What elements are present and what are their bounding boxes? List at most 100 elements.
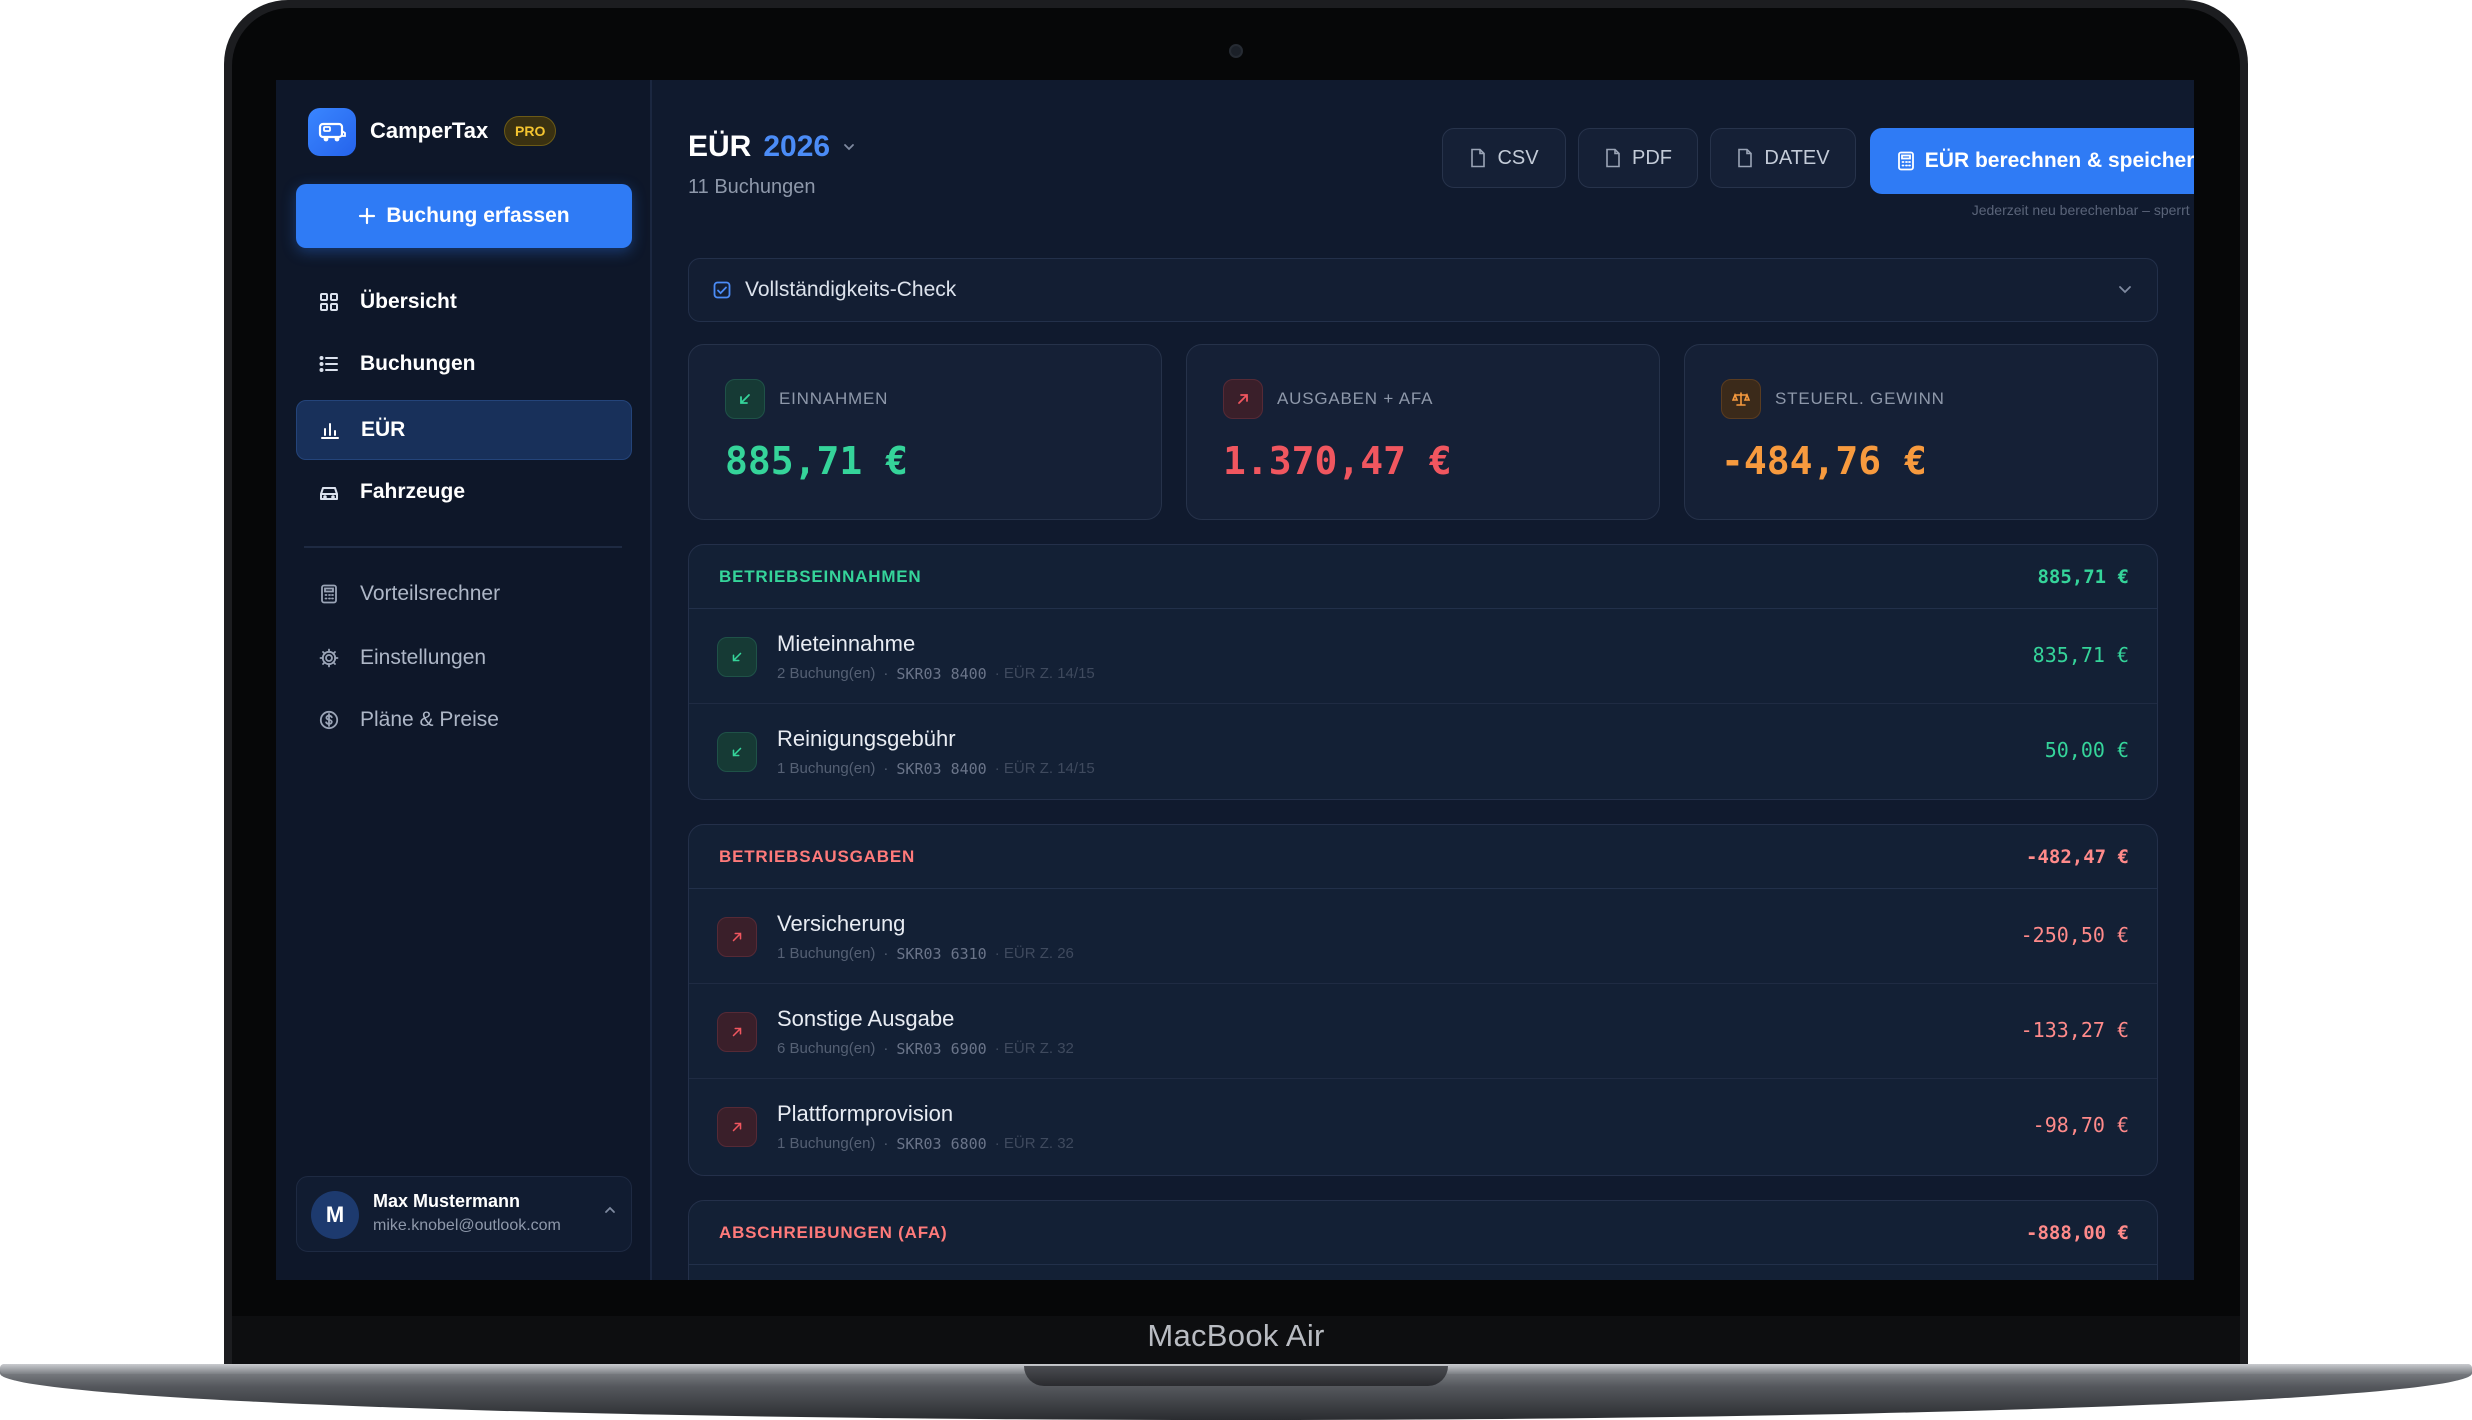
account-code: SKR03 8400 xyxy=(896,760,987,778)
plus-icon xyxy=(359,207,376,225)
sidebar-item-bookings[interactable]: Buchungen xyxy=(296,334,632,394)
arrow-up-right-icon xyxy=(717,1107,757,1147)
booking-count: 11 Buchungen xyxy=(688,176,816,198)
sidebar-item-benefit-calculator[interactable]: Vorteilsrechner xyxy=(296,564,632,624)
income-section: BETRIEBSEINNAHMEN 885,71 € Mieteinnahme … xyxy=(688,544,2158,800)
sidebar-item-label: Buchungen xyxy=(360,352,476,375)
arrow-up-right-icon xyxy=(717,917,757,957)
section-header[interactable]: ABSCHREIBUNGEN (AFA) -888,00 € xyxy=(689,1201,2157,1265)
app-logo[interactable] xyxy=(308,108,356,156)
completeness-check-label: Vollständigkeits-Check xyxy=(745,278,957,301)
export-csv-button[interactable]: CSV xyxy=(1442,128,1566,188)
laptop-hinge-notch xyxy=(1024,1366,1448,1386)
meta-separator: · xyxy=(883,665,889,682)
chevron-down-icon[interactable] xyxy=(2117,281,2133,297)
section-total: -888,00 € xyxy=(2026,1221,2129,1244)
sidebar-item-plans-pricing[interactable]: Pläne & Preise xyxy=(296,690,632,750)
booking-count: 1 Buchung(en) xyxy=(777,1135,876,1152)
account-code: SKR03 6900 xyxy=(896,1040,987,1058)
completeness-check-panel[interactable]: Vollständigkeits-Check xyxy=(688,258,2158,322)
sidebar-item-settings[interactable]: Einstellungen xyxy=(296,628,632,688)
kpi-value: 1.370,47 € xyxy=(1223,439,1452,483)
add-booking-button[interactable]: Buchung erfassen xyxy=(296,184,632,248)
sidebar-item-label: Einstellungen xyxy=(360,646,487,669)
table-row[interactable]: Reinigungsgebühr 1 Buchung(en) · SKR03 8… xyxy=(689,704,2157,799)
sidebar-item-vehicles[interactable]: Fahrzeuge xyxy=(296,462,632,522)
expenses-section: BETRIEBSAUSGABEN -482,47 € Versicherung … xyxy=(688,824,2158,1176)
sidebar: CamperTax PRO Buchung erfassen Übersicht… xyxy=(276,80,652,1280)
euer-line: · EÜR Z. 32 xyxy=(994,1135,1074,1152)
file-csv-icon xyxy=(1471,148,1486,168)
chevron-down-icon[interactable] xyxy=(842,140,856,154)
sidebar-item-label: EÜR xyxy=(361,418,406,441)
meta-separator: · xyxy=(883,760,889,777)
calculate-save-label: EÜR berechnen & speichern xyxy=(1924,149,2194,172)
row-meta: 6 Buchung(en) · SKR03 6900 · EÜR Z. 32 xyxy=(777,1040,1074,1058)
export-pdf-label: PDF xyxy=(1632,146,1672,169)
section-header[interactable]: BETRIEBSEINNAHMEN 885,71 € xyxy=(689,545,2157,609)
user-email: mike.knobel@outlook.com xyxy=(373,1217,561,1234)
section-total: -482,47 € xyxy=(2026,845,2129,868)
kpi-label: AUSGABEN + AFA xyxy=(1277,389,1434,408)
camper-icon xyxy=(318,122,346,142)
year-selector[interactable]: 2026 xyxy=(763,130,830,164)
euer-line: · EÜR Z. 26 xyxy=(994,945,1074,962)
file-pdf-icon xyxy=(1606,148,1620,168)
car-icon xyxy=(318,481,340,503)
app-screen: CamperTax PRO Buchung erfassen Übersicht… xyxy=(276,80,2194,1280)
camera-icon xyxy=(1229,44,1243,58)
meta-separator: · xyxy=(883,945,889,962)
row-name: Plattformprovision xyxy=(777,1101,954,1126)
account-code: SKR03 8400 xyxy=(896,665,987,683)
table-row[interactable]: Plattformprovision 1 Buchung(en) · SKR03… xyxy=(689,1079,2157,1174)
row-name: Sonstige Ausgabe xyxy=(777,1006,955,1031)
row-meta: 1 Buchung(en) · SKR03 6800 · EÜR Z. 32 xyxy=(777,1135,1074,1153)
row-meta: 1 Buchung(en) · SKR03 8400 · EÜR Z. 14/1… xyxy=(777,760,1095,778)
section-total: 885,71 € xyxy=(2037,565,2129,588)
export-pdf-button[interactable]: PDF xyxy=(1578,128,1698,188)
booking-count: 6 Buchung(en) xyxy=(777,1040,876,1057)
arrow-down-left-icon xyxy=(717,637,757,677)
main-content: EÜR 2026 11 Buchungen CSV PDF DATEV EÜR … xyxy=(652,80,2194,1280)
page-title-text: EÜR xyxy=(688,130,752,163)
row-meta: 2 Buchung(en) · SKR03 8400 · EÜR Z. 14/1… xyxy=(777,665,1095,683)
arrow-down-left-icon xyxy=(717,732,757,772)
row-amount: 50,00 € xyxy=(2044,738,2129,762)
booking-count: 1 Buchung(en) xyxy=(777,760,876,777)
kpi-value: -484,76 € xyxy=(1721,439,1927,483)
sidebar-item-label: Vorteilsrechner xyxy=(360,582,501,605)
table-row[interactable]: Sonstige Ausgabe 6 Buchung(en) · SKR03 6… xyxy=(689,984,2157,1079)
table-row[interactable]: Mieteinnahme 2 Buchung(en) · SKR03 8400 … xyxy=(689,609,2157,704)
sidebar-item-euer[interactable]: EÜR xyxy=(296,400,632,460)
table-row[interactable]: Versicherung 1 Buchung(en) · SKR03 6310 … xyxy=(689,889,2157,984)
chevron-up-icon xyxy=(605,1206,615,1213)
scale-icon xyxy=(1721,379,1761,419)
arrow-up-right-icon xyxy=(717,1012,757,1052)
calculate-hint: Jederzeit neu berechenbar – sperrt nicht… xyxy=(1971,202,2194,218)
kpi-value: 885,71 € xyxy=(725,439,909,483)
user-name: Max Mustermann xyxy=(373,1191,521,1211)
dollar-icon xyxy=(318,709,340,731)
list-icon xyxy=(318,353,340,375)
row-amount: -250,50 € xyxy=(2020,923,2129,947)
year-value: 2026 xyxy=(763,130,831,163)
calculator-icon xyxy=(1897,151,1914,171)
file-datev-icon xyxy=(1738,148,1753,168)
kpi-card-income: EINNAHMEN 885,71 € xyxy=(688,344,1162,520)
page-title: EÜR 2026 xyxy=(688,130,856,164)
sidebar-item-label: Fahrzeuge xyxy=(360,480,466,503)
row-amount: -133,27 € xyxy=(2020,1018,2129,1042)
user-menu[interactable]: M Max Mustermann mike.knobel@outlook.com xyxy=(296,1176,632,1252)
section-title: ABSCHREIBUNGEN (AFA) xyxy=(719,1222,948,1242)
avatar: M xyxy=(311,1191,359,1239)
kpi-card-expenses: AUSGABEN + AFA 1.370,47 € xyxy=(1186,344,1660,520)
calculate-save-button[interactable]: EÜR berechnen & speichern xyxy=(1870,128,2194,194)
section-title: BETRIEBSAUSGABEN xyxy=(719,846,916,866)
arrow-up-right-icon xyxy=(1223,379,1263,419)
app-name: CamperTax xyxy=(370,118,489,143)
sidebar-item-overview[interactable]: Übersicht xyxy=(296,272,632,332)
export-datev-button[interactable]: DATEV xyxy=(1710,128,1856,188)
calculator-icon xyxy=(318,583,340,605)
checkbox-icon xyxy=(713,281,731,299)
section-header[interactable]: BETRIEBSAUSGABEN -482,47 € xyxy=(689,825,2157,889)
